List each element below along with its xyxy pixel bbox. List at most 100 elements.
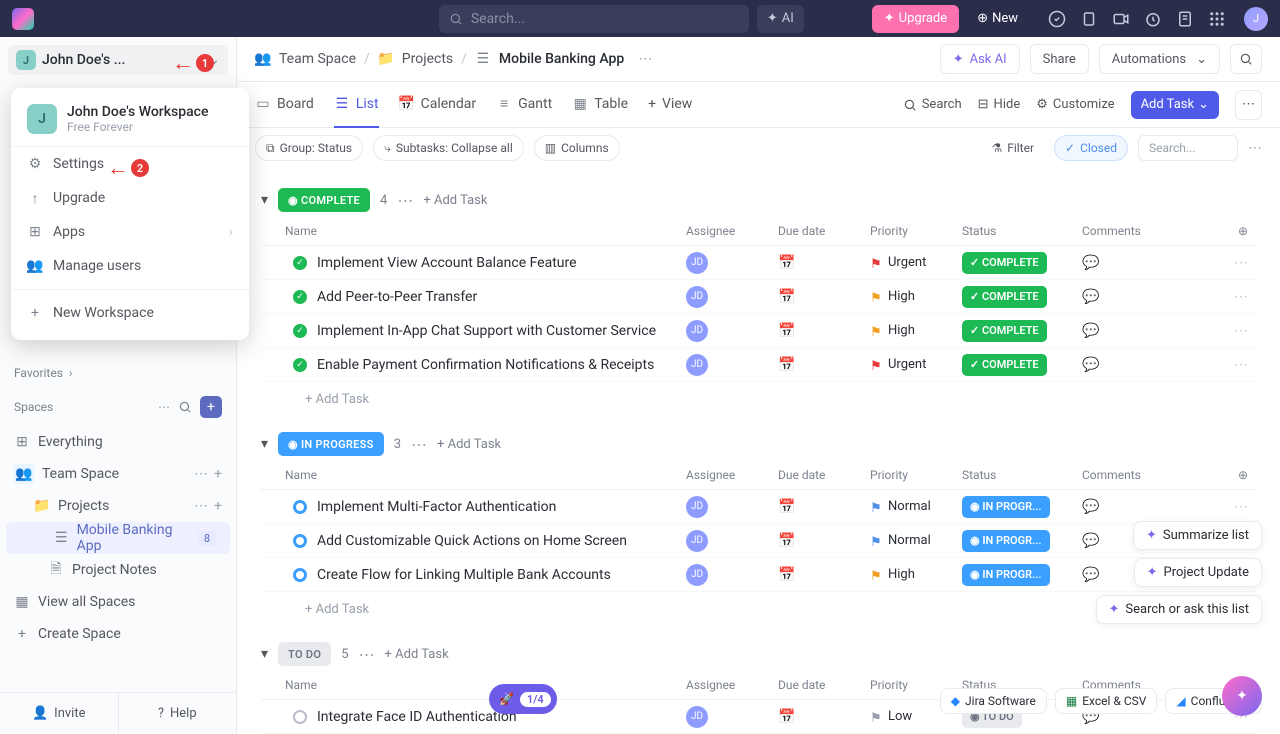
column-status[interactable]: Status bbox=[962, 468, 1082, 482]
notepad-icon[interactable] bbox=[1176, 10, 1194, 28]
status-dot-icon[interactable] bbox=[293, 290, 307, 304]
tab-table[interactable]: ▦Table bbox=[572, 82, 628, 128]
row-more-icon[interactable]: ⋯ bbox=[1234, 499, 1256, 515]
breadcrumb-team-space[interactable]: Team Space bbox=[279, 51, 356, 67]
column-status[interactable]: Status bbox=[962, 224, 1082, 238]
status-badge[interactable]: ✓ COMPLETE bbox=[962, 354, 1047, 376]
group-add-task[interactable]: + Add Task bbox=[437, 437, 501, 452]
assignee-avatar[interactable]: JD bbox=[686, 252, 708, 274]
row-more-icon[interactable]: ⋯ bbox=[1234, 255, 1256, 271]
plus-icon[interactable]: + bbox=[214, 498, 222, 514]
dropdown-manage-users[interactable]: 👥Manage users bbox=[11, 249, 249, 283]
column-due[interactable]: Due date bbox=[778, 224, 870, 238]
add-column-button[interactable]: ⊕ bbox=[1238, 224, 1256, 238]
status-dot-icon[interactable] bbox=[293, 568, 307, 582]
favorites-section[interactable]: Favorites › bbox=[0, 358, 236, 388]
group-add-task[interactable]: + Add Task bbox=[385, 647, 449, 662]
dropdown-upgrade[interactable]: ↑Upgrade bbox=[11, 181, 249, 215]
priority-cell[interactable]: ⚑Normal bbox=[870, 499, 962, 514]
column-priority[interactable]: Priority bbox=[870, 468, 962, 482]
calendar-icon[interactable]: 📅 bbox=[778, 709, 795, 725]
summarize-chip[interactable]: ✦Summarize list bbox=[1133, 521, 1262, 550]
status-dot-icon[interactable] bbox=[293, 500, 307, 514]
sidebar-item-view-all-spaces[interactable]: ▦ View all Spaces bbox=[0, 586, 236, 618]
comment-icon[interactable]: 💬 bbox=[1082, 499, 1099, 515]
new-button[interactable]: ⊕ New bbox=[967, 5, 1028, 33]
assignee-avatar[interactable]: JD bbox=[686, 496, 708, 518]
add-column-button[interactable]: ⊕ bbox=[1238, 468, 1256, 482]
share-button[interactable]: Share bbox=[1030, 44, 1089, 74]
more-icon[interactable]: ⋯ bbox=[194, 498, 208, 514]
calendar-icon[interactable]: 📅 bbox=[778, 255, 795, 271]
status-badge[interactable]: ◉ IN PROGR... bbox=[962, 564, 1050, 586]
calendar-icon[interactable]: 📅 bbox=[778, 289, 795, 305]
status-pill-progress[interactable]: ◉ IN PROGRESS bbox=[278, 432, 384, 456]
list-search-input[interactable]: Search... bbox=[1138, 135, 1238, 161]
column-comments[interactable]: Comments bbox=[1082, 224, 1174, 238]
more-icon[interactable]: ⋯ bbox=[1248, 140, 1262, 156]
add-space-button[interactable]: + bbox=[200, 396, 222, 418]
status-badge[interactable]: ◉ IN PROGR... bbox=[962, 530, 1050, 552]
subtasks-chip[interactable]: ⤷Subtasks: Collapse all bbox=[373, 135, 524, 161]
status-badge[interactable]: ✓ COMPLETE bbox=[962, 320, 1047, 342]
assignee-avatar[interactable]: JD bbox=[686, 286, 708, 308]
user-avatar[interactable]: J bbox=[1244, 7, 1268, 31]
filter-button[interactable]: ⚗Filter bbox=[981, 135, 1044, 161]
app-logo[interactable] bbox=[12, 8, 34, 30]
page-search-button[interactable] bbox=[1230, 44, 1262, 74]
comment-icon[interactable]: 💬 bbox=[1082, 255, 1099, 271]
column-assignee[interactable]: Assignee bbox=[686, 468, 778, 482]
calendar-icon[interactable]: 📅 bbox=[778, 499, 795, 515]
column-priority[interactable]: Priority bbox=[870, 224, 962, 238]
priority-cell[interactable]: ⚑Urgent bbox=[870, 357, 962, 372]
dropdown-apps[interactable]: ⊞Apps› bbox=[11, 215, 249, 249]
more-icon[interactable]: ⋯ bbox=[194, 466, 208, 482]
ai-button[interactable]: ✦ AI bbox=[757, 5, 804, 33]
task-name[interactable]: Implement In-App Chat Support with Custo… bbox=[307, 323, 686, 339]
project-update-chip[interactable]: ✦Project Update bbox=[1134, 558, 1262, 587]
task-name[interactable]: Enable Payment Confirmation Notification… bbox=[307, 357, 686, 373]
priority-cell[interactable]: ⚑Urgent bbox=[870, 255, 962, 270]
more-button[interactable]: ⋯ bbox=[1235, 90, 1262, 120]
column-due[interactable]: Due date bbox=[778, 468, 870, 482]
collapse-icon[interactable]: ▾ bbox=[261, 192, 268, 208]
status-dot-icon[interactable] bbox=[293, 256, 307, 270]
task-name[interactable]: Implement Multi-Factor Authentication bbox=[307, 499, 686, 515]
ai-fab-button[interactable]: ✦ bbox=[1222, 676, 1262, 716]
clipboard-icon[interactable] bbox=[1080, 10, 1098, 28]
task-name[interactable]: Add Peer-to-Peer Transfer bbox=[307, 289, 686, 305]
column-assignee[interactable]: Assignee bbox=[686, 224, 778, 238]
add-task-button[interactable]: Add Task⌄ bbox=[1131, 91, 1219, 119]
hide-button[interactable]: ⊟Hide bbox=[978, 97, 1021, 112]
column-comments[interactable]: Comments bbox=[1082, 468, 1174, 482]
tab-calendar[interactable]: 📅Calendar bbox=[399, 82, 477, 128]
comment-icon[interactable]: 💬 bbox=[1082, 323, 1099, 339]
help-button[interactable]: ?Help bbox=[119, 693, 237, 734]
priority-cell[interactable]: ⚑High bbox=[870, 289, 962, 304]
assignee-avatar[interactable]: JD bbox=[686, 706, 708, 728]
column-name[interactable]: Name bbox=[261, 678, 686, 692]
upgrade-button[interactable]: ✦ Upgrade bbox=[872, 5, 959, 33]
search-icon[interactable] bbox=[178, 400, 192, 414]
more-icon[interactable]: ⋯ bbox=[158, 400, 170, 414]
ask-ai-button[interactable]: ✦Ask AI bbox=[940, 44, 1020, 74]
comment-icon[interactable]: 💬 bbox=[1082, 357, 1099, 373]
status-dot-icon[interactable] bbox=[293, 710, 307, 724]
assignee-avatar[interactable]: JD bbox=[686, 530, 708, 552]
plus-icon[interactable]: + bbox=[214, 466, 222, 482]
import-excel[interactable]: ▦Excel & CSV bbox=[1055, 688, 1158, 714]
dropdown-new-workspace[interactable]: +New Workspace bbox=[11, 296, 249, 330]
views-search-button[interactable]: Search bbox=[903, 97, 962, 112]
tab-gantt[interactable]: ≡Gantt bbox=[496, 82, 552, 128]
columns-chip[interactable]: ▥Columns bbox=[534, 135, 620, 161]
group-more-icon[interactable]: ⋯ bbox=[411, 435, 427, 454]
comment-icon[interactable]: 💬 bbox=[1082, 289, 1099, 305]
task-row[interactable]: Enable Payment Confirmation Notification… bbox=[261, 348, 1256, 382]
group-add-task[interactable]: + Add Task bbox=[423, 193, 487, 208]
row-more-icon[interactable]: ⋯ bbox=[1234, 289, 1256, 305]
status-dot-icon[interactable] bbox=[293, 324, 307, 338]
onboarding-progress[interactable]: 🚀 1/4 bbox=[489, 684, 557, 714]
column-name[interactable]: Name bbox=[261, 468, 686, 482]
tab-list[interactable]: ☰List bbox=[334, 82, 379, 128]
more-icon[interactable]: ⋯ bbox=[638, 51, 652, 67]
